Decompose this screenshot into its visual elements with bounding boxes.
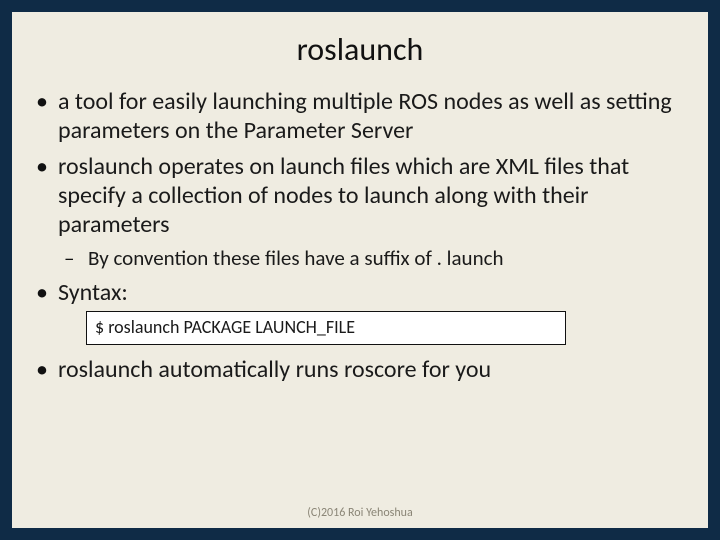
- code-box: $ roslaunch PACKAGE LAUNCH_FILE: [86, 311, 566, 345]
- slide: roslaunch a tool for easily launching mu…: [12, 12, 708, 528]
- bullet-text: a tool for easily launching multiple ROS…: [58, 87, 672, 145]
- bullet-text: roslaunch operates on launch files which…: [58, 152, 629, 240]
- sub-bullet-text: By convention these files have a suffix …: [88, 245, 504, 271]
- sub-bullet-item: By convention these files have a suffix …: [58, 245, 690, 271]
- bullet-text: Syntax:: [58, 278, 128, 307]
- bullet-item: roslaunch automatically runs roscore for…: [30, 355, 690, 384]
- bullet-item: roslaunch operates on launch files which…: [30, 152, 690, 272]
- footer-copyright: (C)2016 Roi Yehoshua: [12, 506, 708, 520]
- code-text: $ roslaunch PACKAGE LAUNCH_FILE: [95, 316, 355, 338]
- sub-bullet-list: By convention these files have a suffix …: [58, 245, 690, 271]
- bullet-text: roslaunch automatically runs roscore for…: [58, 355, 491, 384]
- bullet-item: a tool for easily launching multiple ROS…: [30, 87, 690, 146]
- slide-title: roslaunch: [30, 30, 690, 69]
- bullet-list: a tool for easily launching multiple ROS…: [30, 87, 690, 384]
- bullet-item: Syntax: $ roslaunch PACKAGE LAUNCH_FILE: [30, 278, 690, 345]
